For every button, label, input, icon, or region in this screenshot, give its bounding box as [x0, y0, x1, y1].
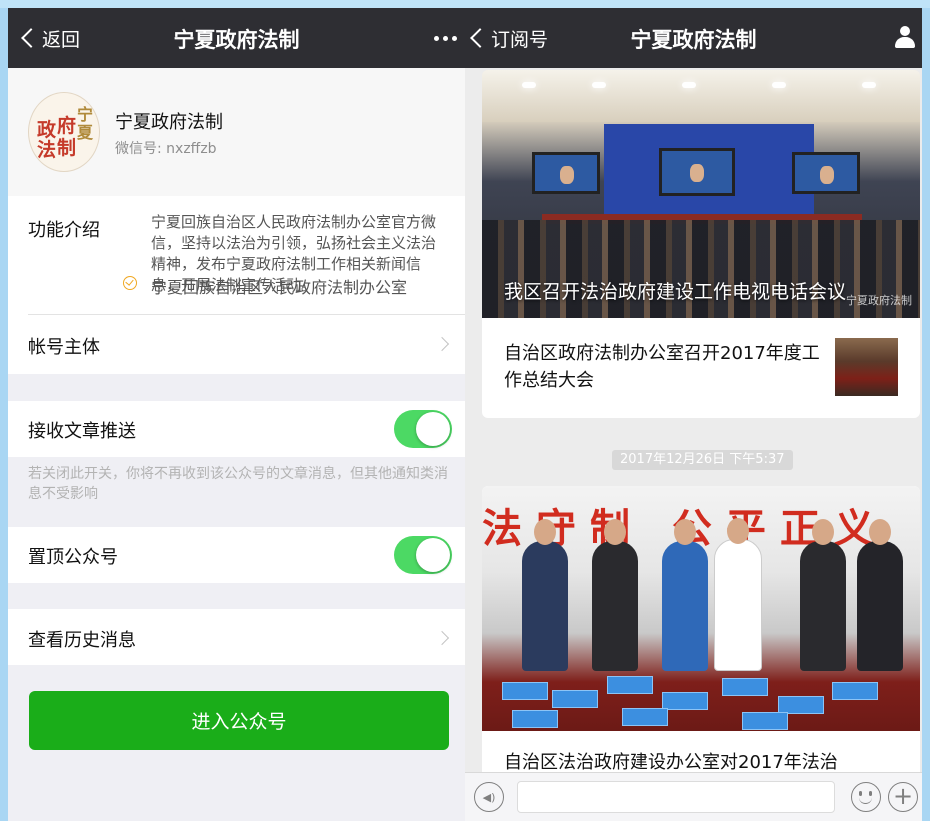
voice-icon[interactable]: ◀) — [474, 782, 504, 812]
logo-glyph: 政 — [37, 119, 57, 141]
receive-push-label: 接收文章推送 — [28, 421, 136, 442]
pin-row: 置顶公众号 — [8, 527, 465, 583]
entity-row[interactable]: 帐号主体 — [8, 315, 465, 373]
article-headline[interactable]: 自治区法治政府建设办公室对2017年法治 — [504, 748, 838, 774]
avatar: 政 府 法 制 宁 夏 — [28, 92, 100, 172]
logo-glyph: 夏 — [77, 123, 94, 142]
sub-article-thumbnail[interactable] — [835, 338, 898, 396]
chevron-right-icon — [434, 336, 450, 352]
account-profile-screen: 返回 宁夏政府法制 政 府 法 制 宁 夏 宁夏政府法制 微信号: nxzffz… — [8, 8, 465, 821]
verified-icon — [123, 276, 137, 290]
logo-glyph: 制 — [57, 137, 77, 159]
emoji-icon[interactable] — [851, 782, 881, 812]
enter-account-button[interactable]: 进入公众号 — [29, 691, 449, 750]
image-watermark: 宁夏政府法制 — [846, 294, 912, 307]
entity-label: 帐号主体 — [28, 337, 100, 358]
message-input[interactable] — [517, 781, 835, 813]
article-feed-screen: 订阅号 宁夏政府法制 我区召开法治政府建设工作电视电话会议 宁夏政府法制 自治区… — [465, 8, 922, 821]
article-cover-image: 法守制 公平正义 — [482, 486, 920, 731]
article-card[interactable]: 我区召开法治政府建设工作电视电话会议 宁夏政府法制 自治区政府法制办公室召开20… — [482, 70, 920, 418]
history-row[interactable]: 查看历史消息 — [8, 609, 465, 665]
sub-article-title[interactable]: 自治区政府法制办公室召开2017年度工作总结大会 — [504, 340, 824, 394]
article-card[interactable]: 法守制 公平正义 自治区法治政府建设办公室对2017年法治 — [482, 486, 920, 786]
navbar: 返回 宁夏政府法制 — [8, 8, 465, 68]
input-bar: ◀) + — [465, 772, 922, 821]
chevron-right-icon — [434, 630, 450, 646]
page-title: 宁夏政府法制 — [630, 28, 757, 52]
logo-glyph: 宁 — [77, 105, 94, 124]
plus-icon[interactable]: + — [888, 782, 918, 812]
account-name: 宁夏政府法制 — [115, 112, 223, 133]
navbar: 订阅号 宁夏政府法制 — [465, 8, 922, 68]
push-hint-text: 若关闭此开关，你将不再收到该公众号的文章消息，但其他通知类消息不受影响 — [28, 466, 448, 502]
article-headline[interactable]: 我区召开法治政府建设工作电视电话会议 — [504, 277, 846, 304]
pin-toggle[interactable] — [394, 536, 452, 574]
logo-glyph: 府 — [57, 115, 77, 137]
receive-push-toggle[interactable] — [394, 410, 452, 448]
profile-header: 政 府 法 制 宁 夏 宁夏政府法制 微信号: nxzffzb — [8, 68, 465, 196]
person-icon[interactable] — [894, 26, 916, 50]
timestamp-badge: 2017年12月26日 下午5:37 — [612, 450, 793, 470]
more-icon[interactable] — [434, 36, 457, 41]
intro-label: 功能介绍 — [28, 220, 100, 241]
history-label: 查看历史消息 — [28, 630, 136, 651]
article-cover-image: 我区召开法治政府建设工作电视电话会议 宁夏政府法制 — [482, 70, 920, 318]
entity-value: 宁夏回族自治区人民政府法制办公室 — [151, 278, 408, 297]
pin-label: 置顶公众号 — [28, 547, 118, 568]
page-title: 宁夏政府法制 — [173, 28, 300, 52]
logo-glyph: 法 — [37, 139, 57, 161]
wechat-id: 微信号: nxzffzb — [115, 141, 217, 157]
receive-push-row: 接收文章推送 — [8, 401, 465, 457]
frame-top-border — [0, 0, 930, 8]
